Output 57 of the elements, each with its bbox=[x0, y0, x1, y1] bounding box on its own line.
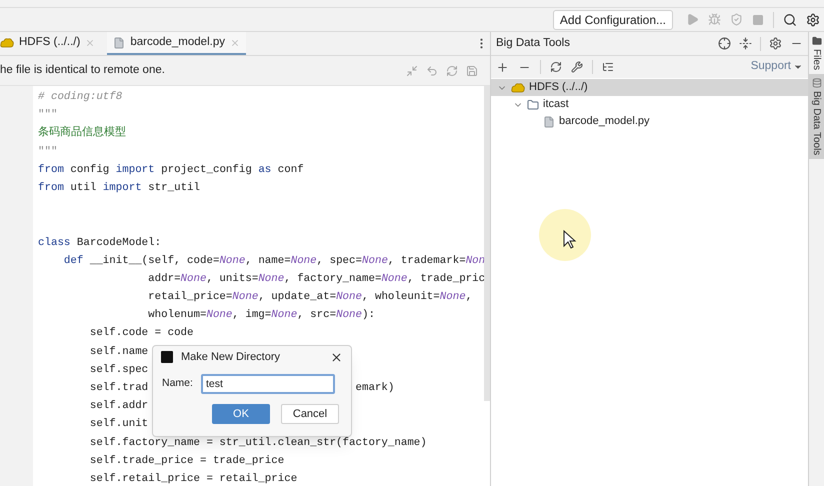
code-line: self.spec bbox=[88, 362, 148, 378]
code-line: addr=None, units=None, factory_name=None, trade_pric bbox=[147, 272, 486, 287]
wrench-icon[interactable] bbox=[571, 61, 583, 73]
search-icon[interactable] bbox=[783, 12, 797, 26]
code-line: def __init__(self, code=None, name=None, spec=None, trademark=Non bbox=[62, 254, 486, 269]
scrollbar-thumb[interactable] bbox=[484, 86, 490, 401]
editor-tab[interactable]: HDFS (../../) bbox=[0, 32, 102, 55]
app-icon bbox=[161, 351, 173, 363]
tree-icon[interactable] bbox=[602, 61, 614, 73]
collapse-icon[interactable] bbox=[739, 37, 752, 50]
code-line: self.factory_name = str_util.clean_str(factory_name) bbox=[88, 436, 427, 451]
close-icon[interactable] bbox=[330, 350, 343, 364]
settings-icon[interactable] bbox=[806, 12, 820, 26]
file-icon bbox=[543, 116, 555, 128]
banner-text: he file is identical to remote one. bbox=[0, 62, 165, 78]
code-line: from util import str_util bbox=[38, 180, 200, 196]
code-line: """ bbox=[38, 108, 58, 124]
cloud-icon bbox=[0, 36, 14, 48]
code-line: self.trade_price = trade_price bbox=[88, 454, 284, 469]
cancel-button[interactable]: Cancel bbox=[281, 404, 339, 424]
mouse-cursor-drawing bbox=[538, 208, 592, 262]
code-line: self.retail_price = retail_price bbox=[88, 472, 298, 486]
code-line: emark) bbox=[355, 381, 394, 396]
code-line: self.trad bbox=[88, 381, 148, 396]
tree-item[interactable]: barcode_model.py bbox=[491, 113, 808, 130]
side-tab[interactable]: Big Data Tools bbox=[809, 74, 824, 160]
refresh-icon[interactable] bbox=[550, 61, 562, 73]
database-icon bbox=[812, 78, 822, 88]
folder-icon bbox=[812, 36, 822, 46]
code-line: wholenum=None, img=None, src=None): bbox=[147, 308, 375, 324]
settings-icon[interactable] bbox=[769, 37, 782, 50]
crosshair-icon[interactable] bbox=[718, 37, 731, 50]
code-line: class BarcodeModel: bbox=[38, 236, 162, 251]
code-line: self.name bbox=[88, 344, 148, 360]
panel-title: Big Data Tools bbox=[496, 36, 571, 51]
editor-tab[interactable]: barcode_model.py bbox=[107, 32, 246, 55]
code-line: retail_price=None, update_at=None, wholeunit=None, bbox=[147, 290, 472, 306]
add-configuration-button[interactable]: Add Configuration... bbox=[552, 10, 673, 30]
code-line: from config import project_config as conf bbox=[38, 162, 304, 178]
code-line: self.unit bbox=[88, 417, 148, 432]
code-line: self.code = code bbox=[88, 326, 194, 342]
code-line: 条码商品信息模型 bbox=[38, 125, 126, 142]
cloud-icon bbox=[511, 82, 525, 94]
file-icon bbox=[113, 36, 126, 48]
support-dropdown[interactable]: Support bbox=[750, 58, 803, 76]
field-label: Name: bbox=[162, 376, 193, 392]
code-line: # coding:utf8 bbox=[38, 90, 122, 105]
name-field[interactable]: test bbox=[200, 374, 335, 394]
code-line: self.addr bbox=[88, 399, 148, 414]
dialog-title: Make New Directory bbox=[181, 350, 282, 365]
folder-icon bbox=[527, 98, 539, 110]
ok-button[interactable]: OK bbox=[212, 404, 270, 424]
side-tab[interactable]: Files bbox=[809, 32, 824, 74]
code-line: """ bbox=[38, 144, 58, 160]
tree-item[interactable]: HDFS (../../) bbox=[491, 79, 808, 96]
tree-item[interactable]: itcast bbox=[491, 96, 808, 113]
add-icon[interactable] bbox=[496, 60, 509, 74]
